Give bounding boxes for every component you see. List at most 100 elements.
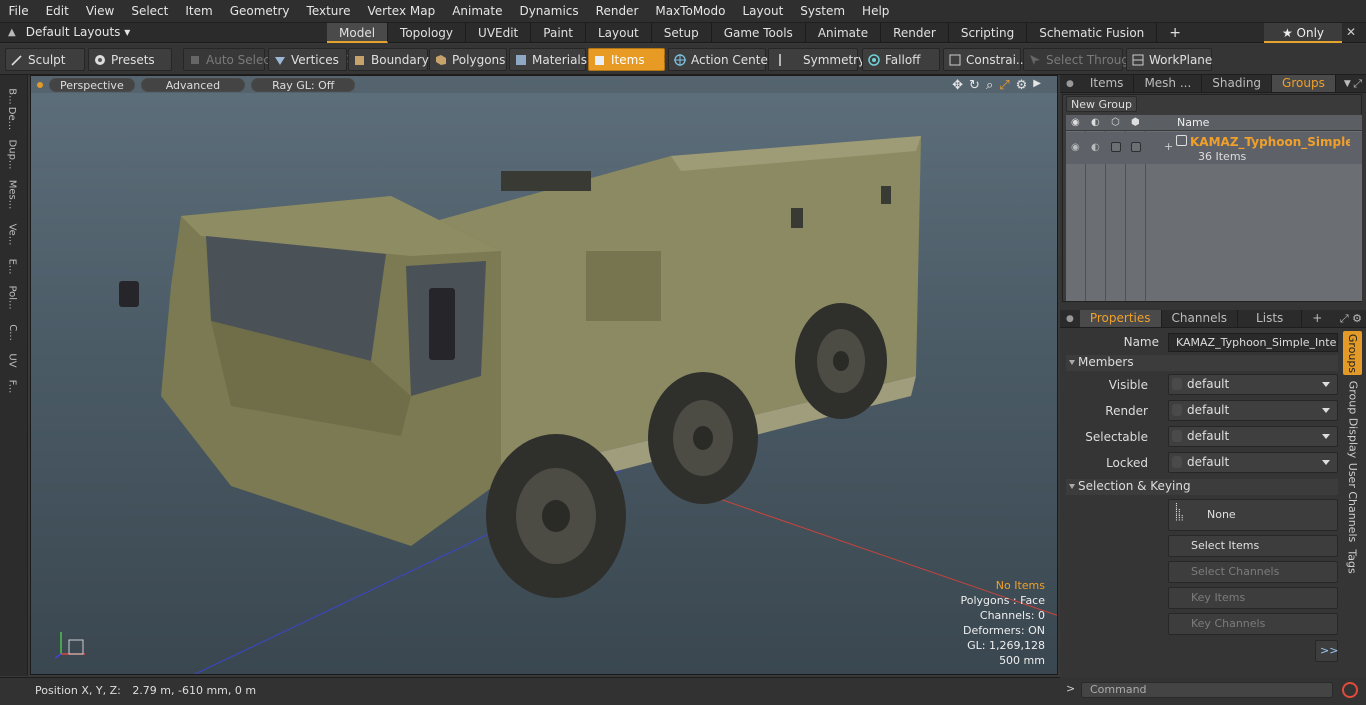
tab-schematic-fusion[interactable]: Schematic Fusion — [1027, 23, 1158, 43]
tab-game-tools[interactable]: Game Tools — [712, 23, 806, 43]
command-input[interactable]: Command — [1081, 682, 1333, 698]
render-label: Render — [1105, 404, 1148, 418]
menu-geometry[interactable]: Geometry — [221, 4, 298, 18]
items-icon — [595, 55, 604, 65]
menu-layout[interactable]: Layout — [734, 4, 792, 18]
layouts-dropdown[interactable]: ▲ Default Layouts ▾ — [8, 25, 130, 39]
left-tab-fusion[interactable]: F... — [3, 367, 21, 405]
sculpt-button[interactable]: Sculpt — [5, 48, 85, 71]
boundary-icon — [355, 55, 364, 65]
workplane-icon — [1132, 54, 1144, 65]
menu-dynamics[interactable]: Dynamics — [511, 4, 587, 18]
tab-items[interactable]: Items — [1080, 75, 1135, 92]
group-row[interactable]: ◉ ◐ + KAMAZ_Typhoon_Simple ... 36 Items — [1066, 132, 1362, 164]
add-tab-button[interactable]: + — [1157, 23, 1193, 43]
groups-table-header: ◉ ◐ ⬡ ⬢ Name — [1066, 115, 1362, 131]
menu-maxtomodo[interactable]: MaxToModo — [647, 4, 734, 18]
expand-icon[interactable]: ⤢ — [1353, 77, 1362, 91]
more-button[interactable]: >> — [1315, 640, 1338, 662]
boundary-button[interactable]: Boundary — [348, 48, 429, 71]
presets-icon — [95, 54, 105, 65]
tab-scripting[interactable]: Scripting — [949, 23, 1028, 43]
tab-uvedit[interactable]: UVEdit — [466, 23, 532, 43]
tab-lists[interactable]: Lists — [1238, 310, 1303, 327]
selection-keying-section[interactable]: Selection & Keying — [1066, 479, 1338, 495]
menu-file[interactable]: File — [0, 4, 37, 18]
name-input[interactable]: KAMAZ_Typhoon_Simple_Interior — [1168, 333, 1338, 352]
menu-render[interactable]: Render — [587, 4, 647, 18]
side-tab-label: User Channels — [1346, 462, 1359, 542]
menu-edit[interactable]: Edit — [37, 4, 77, 18]
key-items-button[interactable]: Key Items — [1168, 587, 1338, 609]
symmetry-label: Symmetry — [803, 52, 866, 67]
add-tab-button[interactable]: + — [1302, 310, 1332, 327]
record-icon[interactable] — [1342, 682, 1358, 698]
select-through-button[interactable]: Select Through — [1023, 48, 1137, 71]
close-icon[interactable]: ✕ — [1346, 25, 1356, 39]
side-tab-tags[interactable]: Tags — [1343, 546, 1362, 576]
tab-render[interactable]: Render — [881, 23, 949, 43]
vertices-button[interactable]: Vertices 1 — [268, 48, 352, 71]
side-tab-user-channels[interactable]: User Channels — [1343, 462, 1362, 542]
menu-select[interactable]: Select — [123, 4, 177, 18]
side-tab-label: Tags — [1346, 548, 1360, 574]
3d-viewport[interactable]: Perspective Advanced Ray GL: Off ✥ ↻ ⌕ ⤢… — [30, 75, 1058, 675]
tab-model[interactable]: Model — [327, 23, 389, 43]
side-tab-group-display[interactable]: Group Display — [1343, 380, 1362, 458]
command-arrow-icon[interactable]: > — [1066, 682, 1075, 695]
tab-properties[interactable]: Properties — [1079, 310, 1162, 327]
menu-system[interactable]: System — [792, 4, 854, 18]
items-button[interactable]: Items 5 — [588, 48, 670, 71]
render-dropdown[interactable]: default — [1168, 400, 1338, 421]
locked-dropdown[interactable]: default — [1168, 452, 1338, 473]
menu-vertex-map[interactable]: Vertex Map — [359, 4, 444, 18]
constrain-button[interactable]: Constrai... — [943, 48, 1027, 71]
grip-icon: ● — [1066, 313, 1074, 324]
menu-help[interactable]: Help — [854, 4, 898, 18]
workplane-button[interactable]: WorkPlane — [1126, 48, 1212, 71]
tab-topology[interactable]: Topology — [388, 23, 467, 43]
tab-setup[interactable]: Setup — [652, 23, 712, 43]
tab-paint[interactable]: Paint — [531, 23, 586, 43]
properties-panel-tabs: ● Properties Channels Lists + ⤢ ⚙ — [1060, 310, 1366, 328]
select-icon: ⬡ — [1111, 117, 1120, 128]
none-button[interactable]: ⁝ ⁝⁝ ⁝⁝⁝ None — [1168, 499, 1338, 531]
visible-dropdown[interactable]: default — [1168, 374, 1338, 395]
left-tab-polygon[interactable]: Pol... — [3, 278, 21, 316]
tab-shading[interactable]: Shading — [1202, 75, 1273, 92]
tab-groups[interactable]: Groups — [1272, 75, 1336, 92]
selectable-dropdown[interactable]: default — [1168, 426, 1338, 447]
left-tab-duplicate[interactable]: Dup... — [3, 135, 21, 173]
eye-icon[interactable]: ◉ — [1071, 142, 1081, 153]
left-tab-deform[interactable]: De... — [3, 99, 21, 137]
action-center-button[interactable]: Action Center — [668, 48, 773, 71]
select-channels-button[interactable]: Select Channels — [1168, 561, 1338, 583]
render-icon: ◐ — [1091, 117, 1100, 128]
tab-channels[interactable]: Channels — [1162, 310, 1239, 327]
auto-select-button[interactable]: Auto Select — [183, 48, 275, 71]
menu-view[interactable]: View — [77, 4, 122, 18]
tab-layout[interactable]: Layout — [586, 23, 652, 43]
symmetry-button[interactable]: Symmetry — [768, 48, 865, 71]
tab-animate[interactable]: Animate — [806, 23, 882, 43]
select-items-button[interactable]: Select Items — [1168, 535, 1338, 557]
new-group-button[interactable]: New Group — [1066, 96, 1137, 112]
materials-button[interactable]: Materials — [509, 48, 587, 71]
menu-texture[interactable]: Texture — [298, 4, 359, 18]
left-tab-mesh[interactable]: Mes... — [3, 175, 21, 213]
menu-item[interactable]: Item — [177, 4, 221, 18]
side-tab-groups[interactable]: Groups — [1343, 331, 1362, 375]
polygons-button[interactable]: Polygons — [429, 48, 507, 71]
falloff-button[interactable]: Falloff — [862, 48, 940, 71]
lock-checkbox[interactable] — [1131, 142, 1141, 152]
render-icon[interactable]: ◐ — [1091, 142, 1101, 153]
only-button[interactable]: ★ Only — [1264, 23, 1342, 43]
selectable-checkbox[interactable] — [1111, 142, 1121, 152]
expand-plus-icon[interactable]: + — [1164, 140, 1173, 153]
presets-button[interactable]: Presets — [88, 48, 172, 71]
tab-mesh[interactable]: Mesh ... — [1134, 75, 1203, 92]
menu-animate[interactable]: Animate — [444, 4, 511, 18]
members-section[interactable]: Members — [1066, 355, 1338, 371]
expand-icon[interactable]: ⤢ ⚙ — [1340, 312, 1362, 326]
key-channels-button[interactable]: Key Channels — [1168, 613, 1338, 635]
